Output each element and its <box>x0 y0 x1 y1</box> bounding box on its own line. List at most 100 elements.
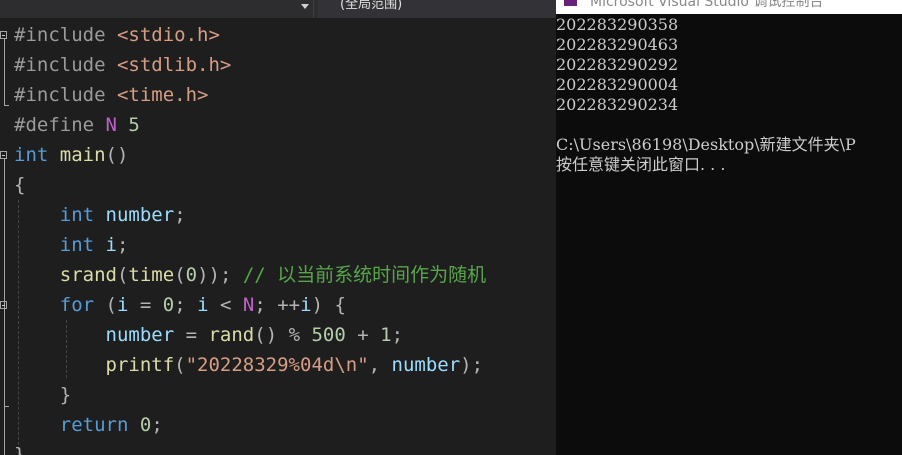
code-token: i <box>300 294 312 316</box>
function-scope-dropdown[interactable]: (全局范围) <box>318 0 556 18</box>
code-token: <stdio.h> <box>116 24 220 46</box>
code-token: number <box>391 354 461 376</box>
collapse-icon[interactable] <box>0 301 7 309</box>
code-token: N <box>105 114 117 136</box>
chevron-down-icon[interactable] <box>301 4 309 9</box>
code-token: number <box>105 324 175 346</box>
code-token: ; <box>391 324 404 346</box>
console-output-line: 202283290234 <box>556 95 679 114</box>
code-token: rand <box>208 324 255 346</box>
code-token: ; <box>174 294 198 316</box>
project-dropdown[interactable] <box>0 0 314 18</box>
code-token: ( <box>174 354 186 376</box>
console-title: Microsoft Visual Studio 调试控制台 <box>590 0 824 10</box>
code-token: 0 <box>139 414 152 436</box>
code-token: int <box>14 144 49 166</box>
code-line[interactable]: return 0; <box>14 410 163 440</box>
console-output-line: C:\Users\86198\Desktop\新建文件夹\P <box>556 135 856 154</box>
code-line[interactable]: for (i = 0; i < N; ++i) { <box>14 290 346 320</box>
code-line[interactable]: int i; <box>14 230 129 260</box>
code-token: 0 <box>185 264 198 286</box>
code-token: { <box>14 174 26 196</box>
code-token: int <box>59 204 95 226</box>
code-token: #define <box>14 114 106 136</box>
code-token: () % <box>254 324 312 346</box>
code-token: for <box>59 294 95 316</box>
code-token: main <box>59 144 106 166</box>
code-line[interactable]: int number; <box>14 200 186 230</box>
function-scope-label: (全局范围) <box>340 0 403 12</box>
console-output-line: 按任意键关闭此窗口. . . <box>556 155 726 174</box>
code-token: // 以当前系统时间作为随机 <box>231 264 487 286</box>
code-token: , <box>368 354 392 376</box>
code-token: ); <box>460 354 484 376</box>
code-token: <stdlib.h> <box>116 54 232 76</box>
code-token: "20228329%04d\n" <box>185 354 369 376</box>
code-token: } <box>14 444 26 455</box>
console-output: 202283290358 202283290463 202283290292 2022… <box>556 15 902 175</box>
code-token: = <box>128 294 163 316</box>
console-output-line: 202283290004 <box>556 75 679 94</box>
code-token: 0 <box>162 294 175 316</box>
code-line[interactable]: printf("20228329%04d\n", number); <box>14 350 484 380</box>
code-editor[interactable]: (全局范围) #include <stdio.h> #include <stdli… <box>0 0 556 455</box>
code-token: #include <box>14 24 117 46</box>
code-token: #include <box>14 54 117 76</box>
fold-guide-end <box>4 105 9 106</box>
code-token: ( <box>94 294 117 316</box>
code-token: ) { <box>311 294 346 316</box>
code-line[interactable]: } <box>14 440 25 455</box>
code-token: () <box>105 144 129 166</box>
code-token: time <box>128 264 175 286</box>
code-line[interactable]: #include <stdlib.h> <box>14 50 231 80</box>
collapse-icon[interactable] <box>0 151 7 159</box>
code-token: 5 <box>116 114 140 136</box>
code-token: + <box>345 324 381 346</box>
code-token: ; <box>151 414 163 436</box>
code-line[interactable]: } <box>14 380 71 410</box>
console-titlebar[interactable]: Microsoft Visual Studio 调试控制台 <box>556 0 902 14</box>
code-token: ( <box>116 264 129 286</box>
code-line[interactable]: #include <stdio.h> <box>14 20 220 50</box>
code-token: i <box>116 294 129 316</box>
code-token: i <box>105 234 117 256</box>
code-line[interactable]: int main() <box>14 140 128 170</box>
outlining-margin <box>0 18 14 455</box>
code-token: ; ++ <box>254 294 301 316</box>
code-token: = <box>174 324 209 346</box>
code-token: <time.h> <box>116 84 209 106</box>
fold-guide-end <box>4 406 9 407</box>
code-line[interactable]: number = rand() % 500 + 1; <box>14 320 404 350</box>
code-token: ; <box>117 234 129 256</box>
code-line[interactable]: { <box>14 170 25 200</box>
code-token: N <box>242 294 255 316</box>
code-token: ; <box>174 204 186 226</box>
code-line[interactable]: #include <time.h> <box>14 80 208 110</box>
code-line[interactable]: srand(time(0)); // 以当前系统时间作为随机 <box>14 260 486 290</box>
navigation-bar: (全局范围) <box>0 0 556 18</box>
code-token: ( <box>174 264 186 286</box>
code-token: number <box>105 204 175 226</box>
code-token: } <box>59 384 72 406</box>
code-token: < <box>208 294 243 316</box>
collapse-icon[interactable] <box>0 31 7 39</box>
code-token: srand <box>59 264 117 286</box>
code-line[interactable]: #define N 5 <box>14 110 140 140</box>
debug-console-window[interactable]: Microsoft Visual Studio 调试控制台 2022832903… <box>556 0 902 455</box>
code-token: )); <box>197 264 232 286</box>
code-token: int <box>59 234 95 256</box>
fold-guide-line <box>4 39 5 105</box>
console-output-line: 202283290292 <box>556 55 679 74</box>
console-output-line: 202283290463 <box>556 35 679 54</box>
